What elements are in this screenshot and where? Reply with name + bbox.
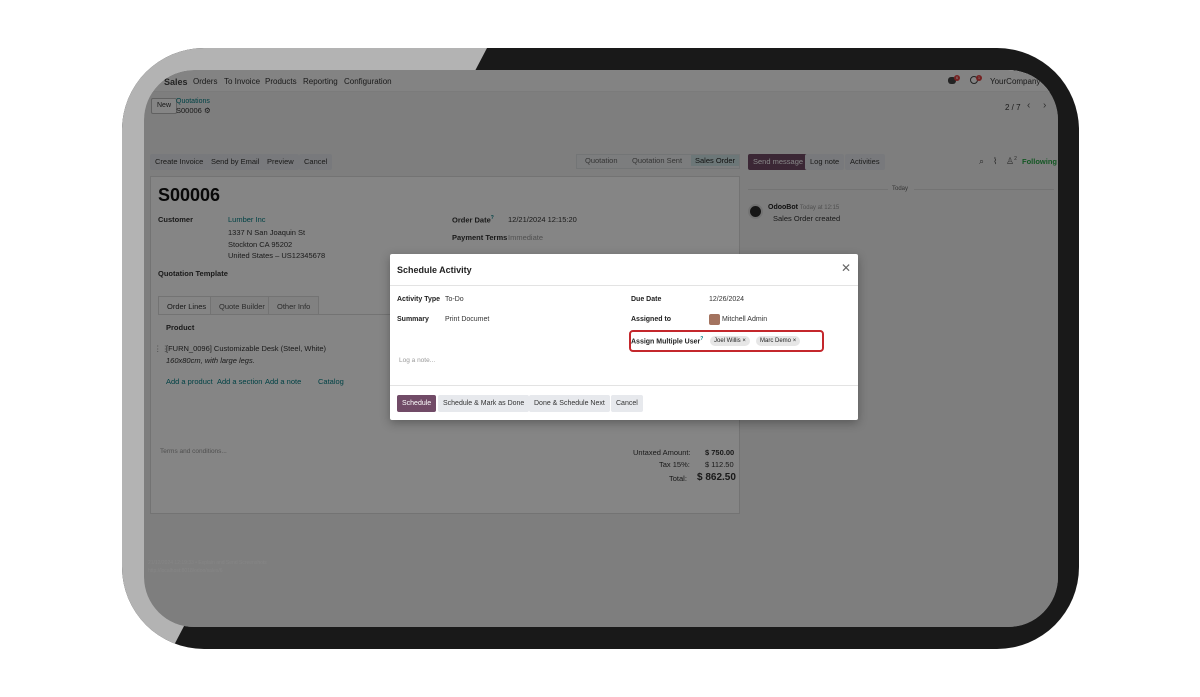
highlight-box xyxy=(629,330,824,352)
schedule-button[interactable]: Schedule xyxy=(397,395,437,412)
dialog-footer-divider xyxy=(390,385,858,386)
due-date-label: Due Date xyxy=(631,296,662,303)
summary-label: Summary xyxy=(397,316,429,323)
summary-field[interactable]: Print Documet xyxy=(445,316,489,323)
dialog-cancel-button[interactable]: Cancel xyxy=(611,395,643,412)
device-frame: Sales Orders To Invoice Products Reporti… xyxy=(122,48,1079,649)
close-icon[interactable]: ✕ xyxy=(841,262,851,274)
activity-type-field[interactable]: To-Do xyxy=(445,296,464,303)
dialog-header-divider xyxy=(390,285,858,286)
user-avatar xyxy=(709,314,720,325)
due-date-field[interactable]: 12/26/2024 xyxy=(709,296,744,303)
activity-type-label: Activity Type xyxy=(397,296,441,303)
app-screen: Sales Orders To Invoice Products Reporti… xyxy=(144,70,1058,627)
assigned-to-label: Assigned to xyxy=(631,316,672,323)
assigned-to-field[interactable]: Mitchell Admin xyxy=(722,316,767,323)
schedule-mark-done-button[interactable]: Schedule & Mark as Done xyxy=(438,395,530,412)
dialog-title: Schedule Activity xyxy=(397,265,472,275)
log-note-input[interactable]: Log a note... xyxy=(399,357,435,364)
done-schedule-next-button[interactable]: Done & Schedule Next xyxy=(529,395,610,412)
schedule-activity-dialog: Schedule Activity ✕ Activity Type To-Do … xyxy=(390,254,858,420)
